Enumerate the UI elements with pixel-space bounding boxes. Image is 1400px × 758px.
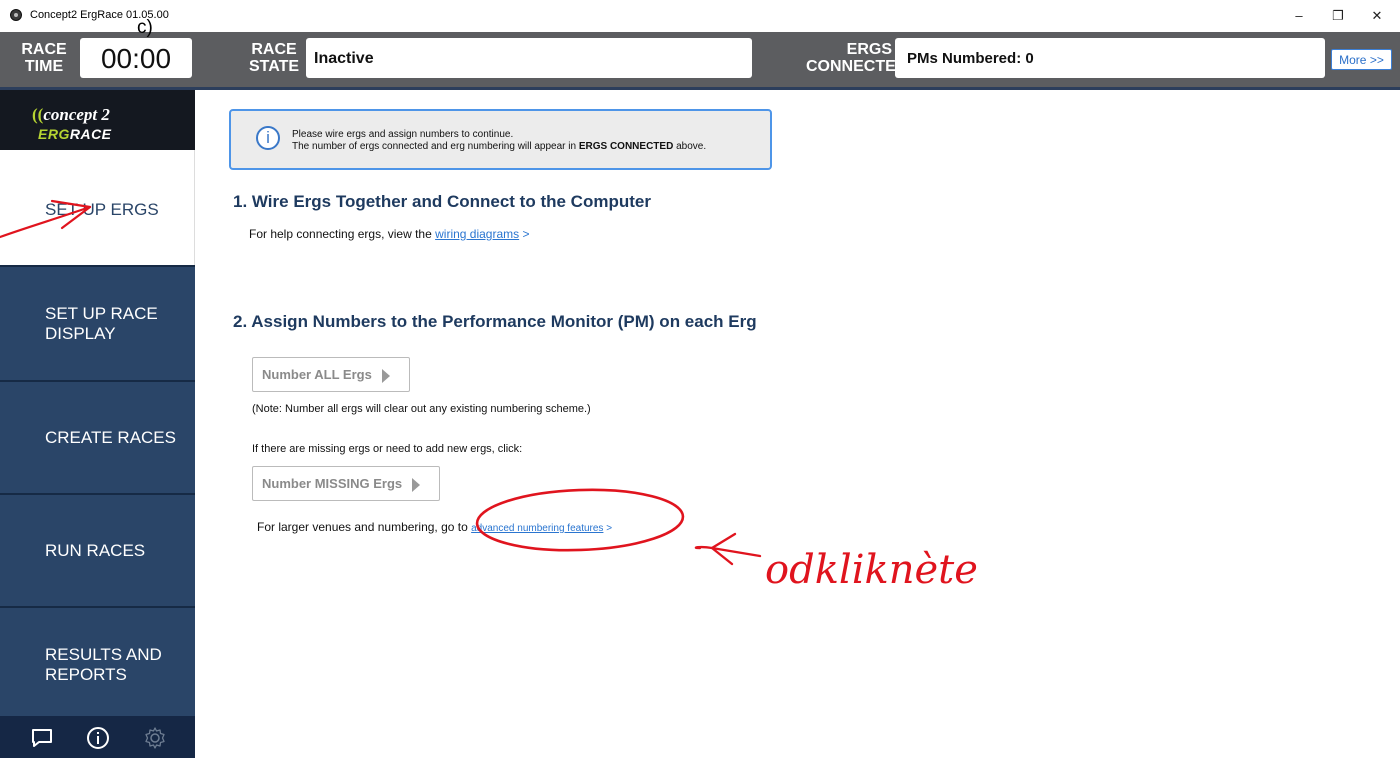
handwritten-annotation-overlay: odkliknète [0,199,978,593]
red-circle-annotation [475,488,685,552]
red-left-arrow-annotation [710,532,762,566]
handwritten-note-annotation: odkliknète [765,547,978,593]
red-arrow-annotation [0,205,92,239]
